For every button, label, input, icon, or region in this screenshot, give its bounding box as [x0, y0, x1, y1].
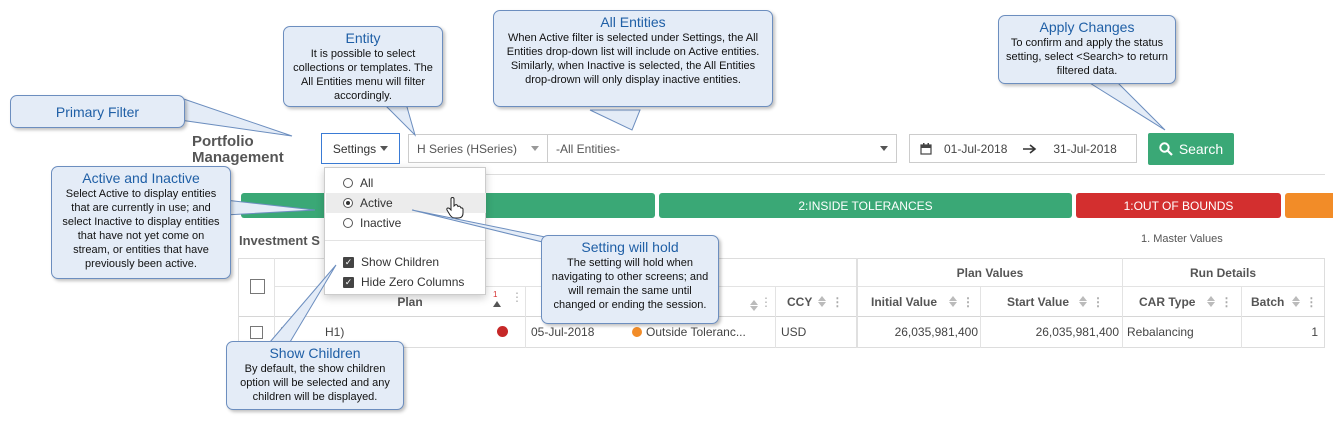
date-range-picker[interactable]: 01-Jul-2018 31-Jul-2018 — [909, 134, 1137, 163]
sort-asc-icon — [493, 301, 501, 307]
status-bar-out-of-bounds[interactable]: 1:OUT OF BOUNDS — [1076, 193, 1281, 218]
column-menu-icon[interactable]: ⋮ — [1220, 295, 1232, 309]
status-bar-inside-tolerances[interactable]: 2:INSIDE TOLERANCES — [659, 193, 1072, 218]
sort-icon[interactable] — [949, 296, 958, 307]
radio-selected-icon — [343, 198, 353, 208]
column-menu-icon[interactable]: ⋮ — [1092, 295, 1104, 309]
column-header-ccy[interactable]: CCY ⋮ — [776, 287, 856, 316]
arrow-right-icon — [1023, 143, 1037, 154]
column-header-batch[interactable]: Batch ⋮ — [1242, 287, 1325, 316]
status-bar-outside[interactable] — [1285, 193, 1333, 218]
status-dot-red — [497, 326, 508, 337]
radio-icon — [343, 218, 353, 228]
column-menu-icon[interactable]: ⋮ — [511, 291, 523, 303]
date-from[interactable]: 01-Jul-2018 — [944, 142, 1007, 156]
column-menu-icon[interactable]: ⋮ — [1305, 295, 1317, 309]
option-inactive[interactable]: Inactive — [343, 216, 401, 230]
callout-active-inactive: Active and Inactive Select Active to dis… — [51, 166, 231, 279]
page-title: Portfolio Management — [192, 133, 284, 166]
calendar-icon — [920, 142, 932, 155]
menu-divider — [325, 240, 485, 241]
caret-down-icon — [880, 146, 888, 151]
option-active[interactable]: Active — [343, 196, 393, 210]
row-checkbox[interactable] — [250, 326, 263, 339]
column-menu-icon[interactable]: ⋮ — [831, 295, 843, 309]
group-header-run-details: Run Details — [1189, 265, 1256, 280]
master-values-label: 1. Master Values — [1141, 233, 1223, 245]
callout-setting-hold: Setting will hold The setting will hold … — [541, 235, 719, 324]
sort-icon[interactable] — [818, 296, 827, 307]
settings-button[interactable]: Settings — [321, 133, 400, 164]
row-car-type: Rebalancing — [1127, 325, 1194, 339]
date-to[interactable]: 31-Jul-2018 — [1053, 142, 1116, 156]
callout-apply-changes: Apply Changes To confirm and apply the s… — [998, 15, 1176, 84]
column-menu-icon[interactable]: ⋮ — [962, 295, 974, 309]
sort-icon[interactable] — [1292, 296, 1301, 307]
hand-cursor-icon — [446, 197, 464, 219]
callout-show-children: Show Children By default, the show child… — [226, 341, 404, 410]
divider — [485, 174, 1325, 175]
group-header-plan-values: Plan Values — [956, 265, 1024, 280]
sort-icon[interactable] — [744, 294, 758, 311]
radio-icon — [343, 178, 353, 188]
settings-dropdown: All Active Inactive ✓ Show Children ✓ Hi… — [324, 167, 486, 295]
sort-icon[interactable] — [1207, 296, 1216, 307]
row-initial-value: 26,035,981,400 — [894, 325, 978, 339]
callout-primary-filter: Primary Filter — [10, 95, 185, 128]
search-icon — [1159, 142, 1173, 156]
select-all-checkbox[interactable] — [250, 279, 265, 294]
series-select[interactable]: H Series (HSeries) — [408, 134, 548, 163]
row-start-value: 26,035,981,400 — [1035, 325, 1119, 339]
caret-down-icon — [380, 146, 389, 151]
status-dot-orange — [632, 327, 642, 337]
column-header-car-type[interactable]: CAR Type ⋮ — [1123, 287, 1241, 316]
column-header-initial-value[interactable]: Initial Value ⋮ — [858, 287, 980, 316]
column-menu-icon[interactable]: ⋮ — [760, 295, 772, 309]
callout-entity: Entity It is possible to select collecti… — [283, 26, 443, 107]
section-title: Investment S — [239, 233, 320, 248]
check-hide-zero-columns[interactable]: ✓ Hide Zero Columns — [343, 275, 464, 289]
sort-order-badge: 1 — [493, 290, 498, 299]
row-ccy: USD — [781, 325, 807, 339]
checkbox-checked-icon: ✓ — [343, 256, 354, 268]
column-header-start-value[interactable]: Start Value ⋮ — [981, 287, 1122, 316]
caret-down-icon — [531, 146, 539, 151]
check-show-children[interactable]: ✓ Show Children — [343, 255, 439, 269]
option-all[interactable]: All — [343, 176, 373, 190]
callout-all-entities: All Entities When Active filter is selec… — [493, 10, 773, 107]
checkbox-checked-icon: ✓ — [343, 276, 354, 288]
row-batch: 1 — [1311, 325, 1318, 339]
search-button[interactable]: Search — [1148, 133, 1234, 165]
sort-icon[interactable] — [1079, 296, 1088, 307]
entities-select[interactable]: -All Entities- — [547, 134, 897, 163]
